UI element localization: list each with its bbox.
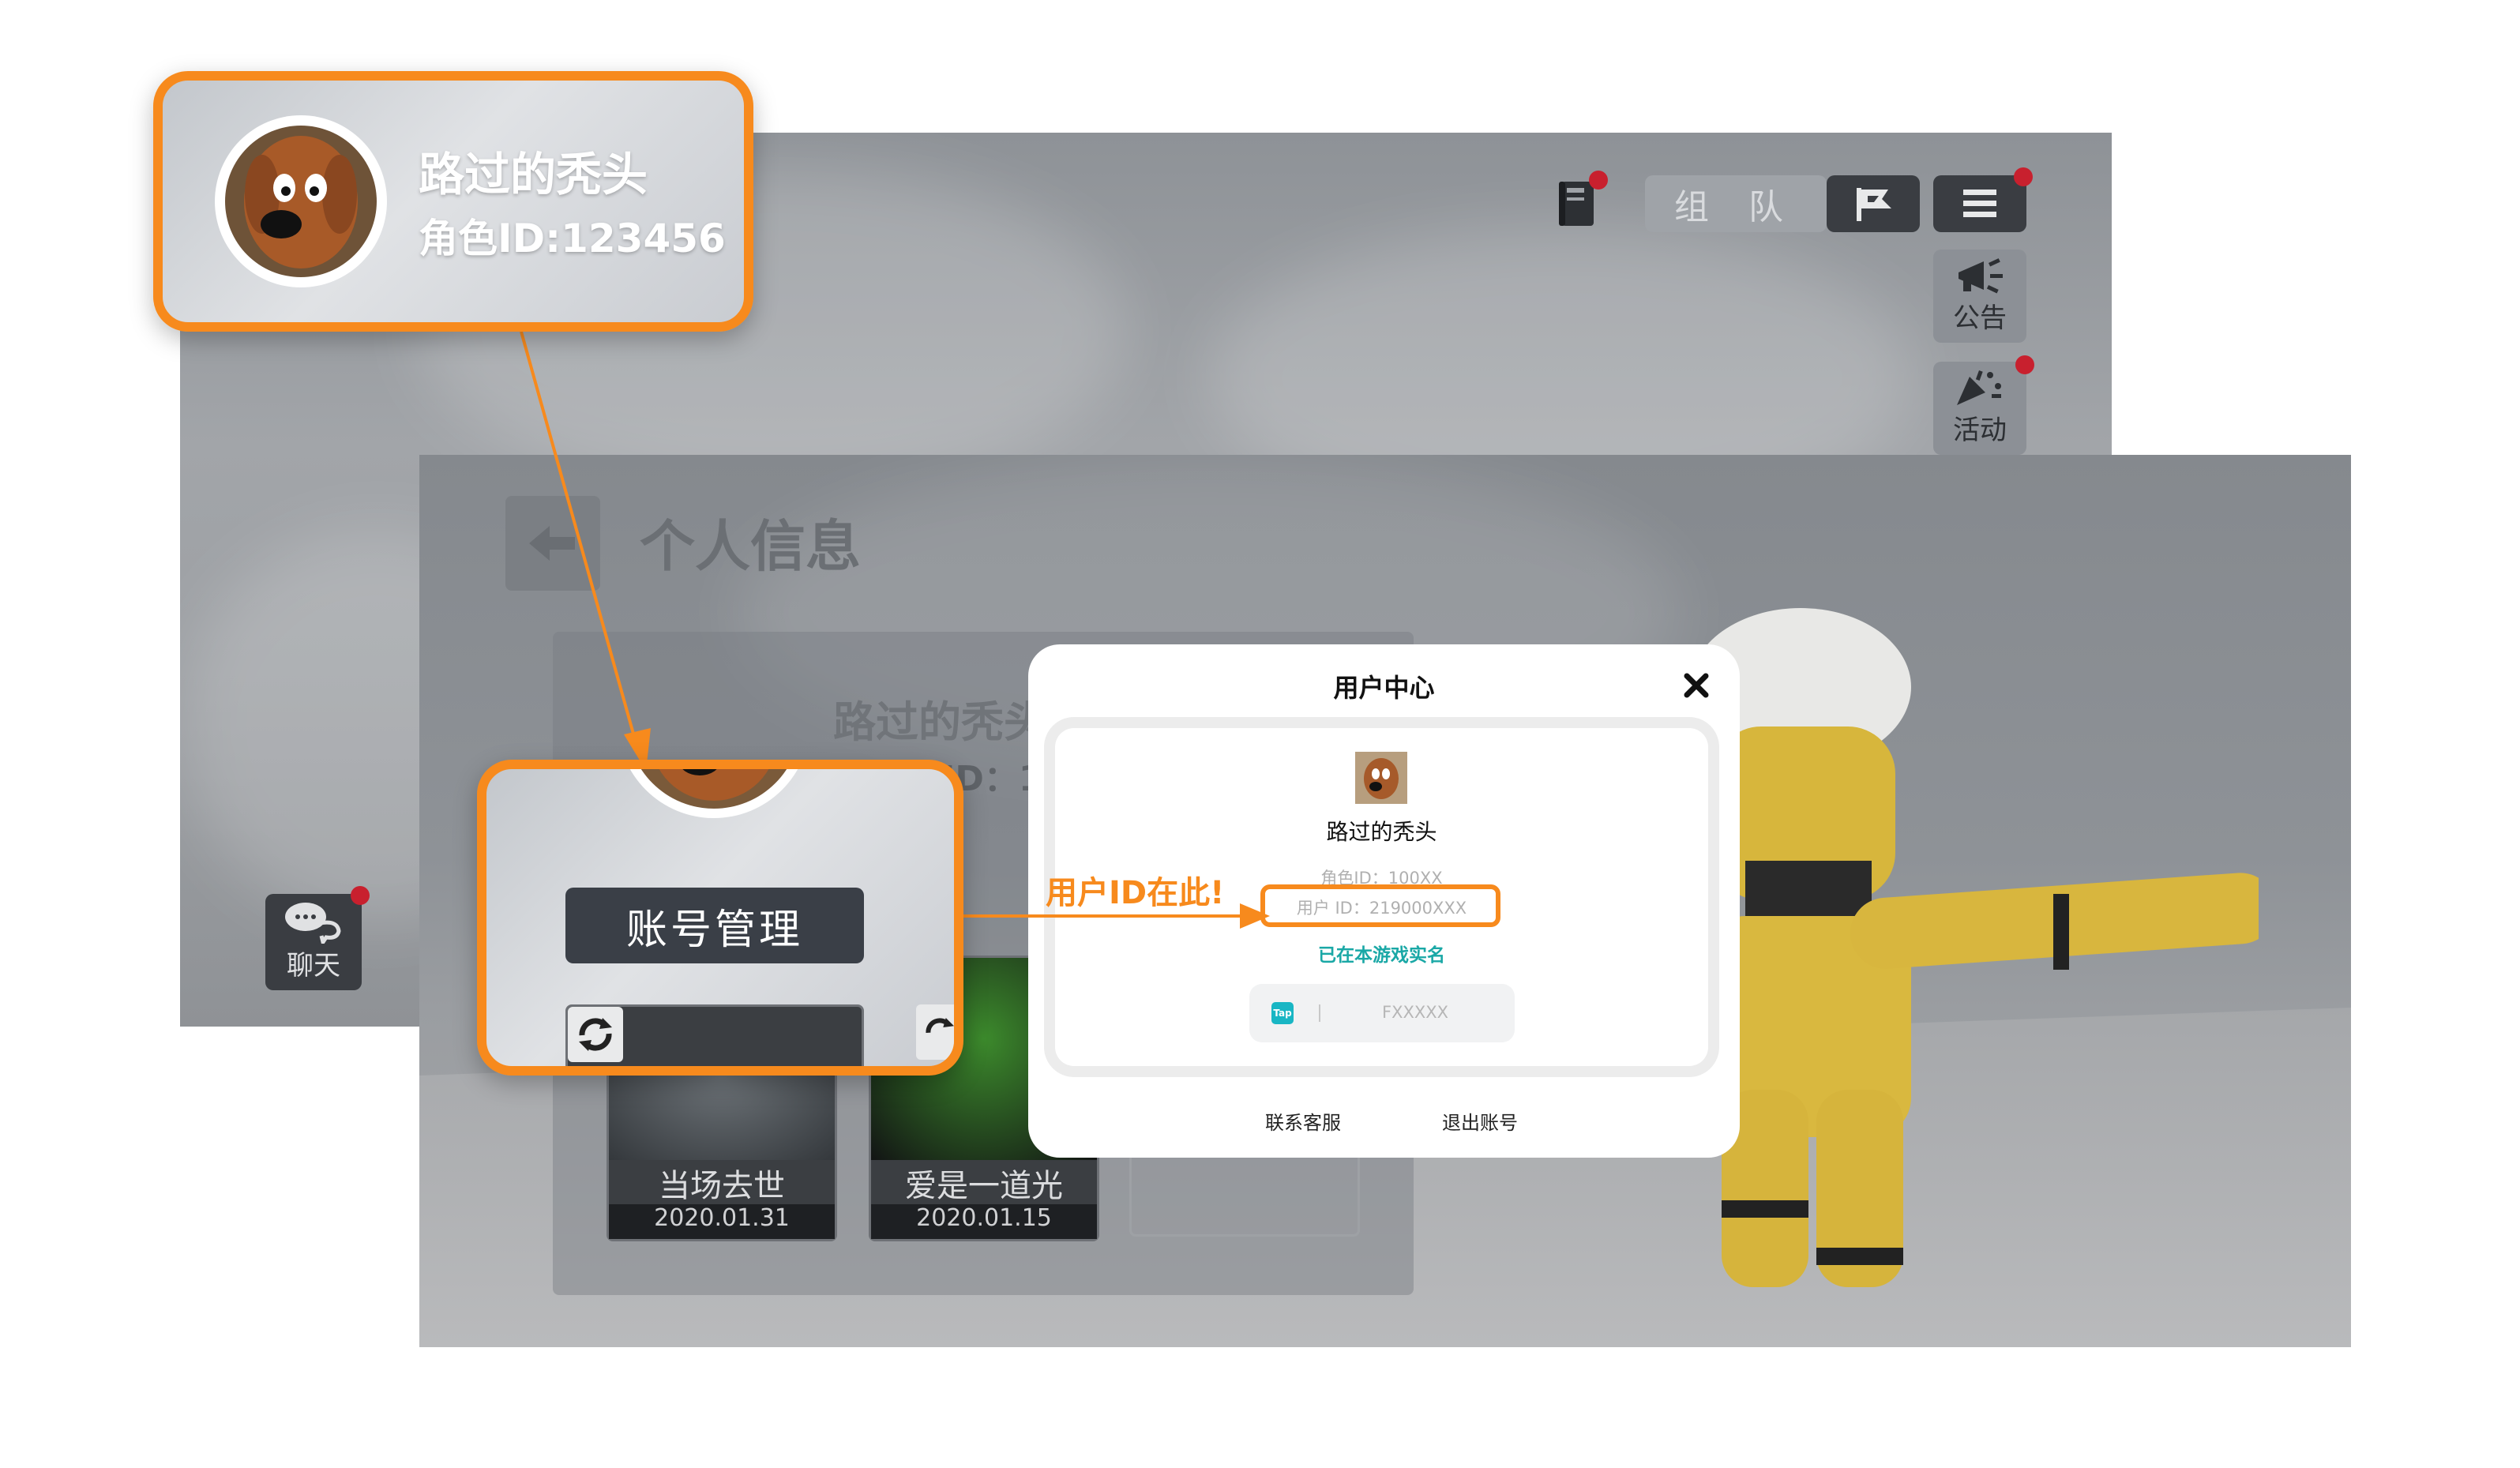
achievement-title: 爱是一道光: [905, 1168, 1063, 1204]
activity-label: 活动: [1953, 415, 2007, 446]
account-manage-label: 账号管理: [625, 906, 803, 954]
dog-avatar-icon: [629, 769, 798, 818]
refresh-icon: [579, 1018, 612, 1051]
tap-account-field[interactable]: Tap FXXXXX: [1249, 984, 1515, 1042]
dialog-title: 用户中心: [1333, 673, 1435, 703]
achievement-title: 当场去世: [659, 1168, 785, 1204]
user-name: 路过的秃头: [1326, 819, 1437, 845]
menu-button[interactable]: [1933, 167, 2033, 232]
player-name: 路过的秃头: [419, 148, 648, 201]
user-avatar: [1355, 752, 1407, 804]
dog-avatar-icon: [225, 126, 377, 277]
achievement-date: 2020.01.15: [871, 1204, 1097, 1239]
player-name-partial: 路过的秃头: [833, 697, 1046, 747]
chat-bubbles-icon: [285, 903, 341, 944]
achievement-date: 2020.01.31: [609, 1204, 835, 1239]
player-avatar: [613, 769, 815, 824]
close-button[interactable]: [1676, 665, 1717, 706]
refresh-button[interactable]: [568, 1007, 623, 1062]
chat-button[interactable]: 聊天: [265, 886, 370, 990]
notification-dot: [351, 886, 370, 905]
team-button[interactable]: 组 队: [1645, 175, 1827, 232]
refresh-icon: [926, 1018, 954, 1034]
tap-logo-icon: Tap: [1271, 1002, 1294, 1024]
flag-button[interactable]: [1827, 175, 1920, 232]
notification-dot: [2014, 167, 2033, 186]
contact-support-link[interactable]: 联系客服: [1265, 1107, 1341, 1135]
menu-icon: [1963, 190, 1996, 217]
announcement-label: 公告: [1953, 302, 2007, 334]
megaphone-icon: [1959, 258, 2003, 294]
flag-icon: [1857, 188, 1891, 221]
player-role-id: 角色ID:123456: [419, 216, 726, 261]
chat-label: 聊天: [287, 950, 340, 982]
realname-status: 已在本游戏实名: [1318, 945, 1445, 966]
hint-arrow: [956, 900, 1271, 932]
player-info-callout: 路过的秃头 角色ID:123456: [153, 71, 753, 332]
close-icon: [1684, 673, 1709, 698]
notification-dot: [2015, 355, 2034, 374]
separator: [1319, 1004, 1320, 1022]
notification-dot: [1589, 171, 1608, 190]
connector-arrow: [505, 331, 663, 774]
player-avatar: [215, 115, 387, 287]
journal-button[interactable]: [1553, 171, 1609, 232]
party-popper-icon: [1957, 370, 2001, 405]
achievement-thumb: [565, 1004, 864, 1066]
tap-account-id: FXXXXX: [1381, 1003, 1448, 1022]
page-title: 个人信息: [640, 514, 861, 579]
logout-link[interactable]: 退出账号: [1442, 1107, 1518, 1135]
user-id-highlight: [1260, 884, 1500, 927]
account-manage-button[interactable]: 账号管理: [565, 888, 864, 963]
team-label: 组 队: [1674, 187, 1797, 227]
refresh-button[interactable]: [916, 1004, 954, 1060]
activity-button[interactable]: 活动: [1933, 355, 2034, 455]
announcement-button[interactable]: 公告: [1933, 250, 2026, 343]
account-manage-callout: 账号管理: [477, 760, 963, 1076]
dog-avatar-icon: [1364, 758, 1399, 799]
